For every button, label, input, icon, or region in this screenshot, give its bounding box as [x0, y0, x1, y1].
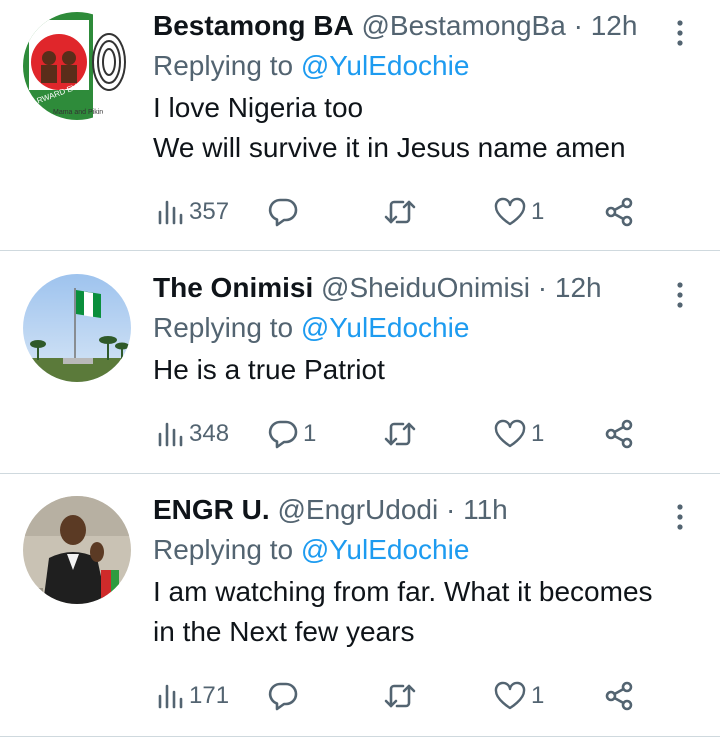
- svg-text:Mama and Pikin: Mama and Pikin: [53, 109, 103, 116]
- replying-to: Replying to @YulEdochie: [153, 532, 469, 568]
- share-icon: [605, 681, 633, 711]
- user-handle[interactable]: @SheiduOnimisi: [321, 272, 530, 303]
- tweet-text: I love Nigeria too We will survive it in…: [153, 88, 626, 168]
- tweet[interactable]: L P RWARD EVER Mama and Pikin Bestamong …: [0, 8, 720, 248]
- tweet-text-line: I am watching from far. What it becomes: [153, 576, 653, 607]
- separator: ·: [537, 272, 548, 303]
- separator: ·: [573, 10, 583, 41]
- tweet-header: The Onimisi @SheiduOnimisi · 12h: [153, 270, 602, 306]
- mention-link[interactable]: @YulEdochie: [301, 312, 470, 343]
- like-icon: [494, 419, 526, 448]
- like-count: 1: [531, 420, 545, 447]
- views-count: 171: [189, 682, 230, 709]
- divider: [0, 473, 720, 474]
- reply-count: 1: [303, 420, 317, 447]
- mention-link[interactable]: @YulEdochie: [301, 50, 470, 81]
- like-icon: [494, 197, 526, 226]
- views-button[interactable]: 171: [155, 678, 229, 714]
- replying-prefix: Replying to: [153, 534, 294, 565]
- reply-button[interactable]: 1: [267, 416, 316, 452]
- tweet-text-line: He is a true Patriot: [153, 354, 385, 385]
- retweet-button[interactable]: [383, 194, 421, 230]
- views-icon: [158, 200, 183, 225]
- divider: [0, 250, 720, 251]
- views-icon: [158, 684, 183, 709]
- replying-to: Replying to @YulEdochie: [153, 310, 469, 346]
- views-button[interactable]: 348: [155, 416, 229, 452]
- retweet-icon: [384, 200, 416, 224]
- retweet-button[interactable]: [383, 678, 421, 714]
- action-bar: 171 1: [155, 678, 655, 714]
- action-bar: 357 1: [155, 194, 655, 230]
- like-count: 1: [531, 682, 545, 709]
- tweet-text-line: I love Nigeria too: [153, 92, 364, 123]
- like-count: 1: [531, 198, 545, 225]
- tweet[interactable]: ENGR U. @EngrUdodi · 11h Replying to @Yu…: [0, 492, 720, 732]
- retweet-icon: [384, 422, 416, 446]
- display-name[interactable]: The Onimisi: [153, 272, 313, 303]
- display-name[interactable]: ENGR U.: [153, 494, 270, 525]
- views-button[interactable]: 357: [155, 194, 229, 230]
- avatar[interactable]: [23, 274, 131, 382]
- reply-icon: [268, 198, 298, 227]
- reply-feed: L P RWARD EVER Mama and Pikin Bestamong …: [0, 0, 720, 740]
- timestamp[interactable]: 12h: [555, 272, 602, 303]
- svg-text:L P: L P: [47, 19, 69, 35]
- mention-link[interactable]: @YulEdochie: [301, 534, 470, 565]
- timestamp[interactable]: 12h: [591, 10, 638, 41]
- tweet-text-line: We will survive it in Jesus name amen: [153, 132, 626, 163]
- views-icon: [158, 422, 183, 447]
- labour-party-logo: L P RWARD EVER Mama and Pikin: [23, 12, 131, 120]
- reply-button[interactable]: [267, 194, 303, 230]
- tweet-header: ENGR U. @EngrUdodi · 11h: [153, 492, 508, 528]
- timestamp[interactable]: 11h: [463, 494, 508, 525]
- tweet-text: I am watching from far. What it becomes …: [153, 572, 653, 652]
- reply-icon: [268, 420, 298, 449]
- tweet-header: Bestamong BA @BestamongBa · 12h: [153, 8, 637, 44]
- like-button[interactable]: 1: [493, 678, 544, 714]
- display-name[interactable]: Bestamong BA: [153, 10, 354, 41]
- like-icon: [494, 681, 526, 710]
- reply-icon: [268, 682, 298, 711]
- tweet[interactable]: The Onimisi @SheiduOnimisi · 12h Replyin…: [0, 270, 720, 470]
- replying-prefix: Replying to: [153, 312, 294, 343]
- more-icon[interactable]: [670, 18, 690, 48]
- tweet-text: He is a true Patriot: [153, 350, 385, 390]
- retweet-icon: [384, 684, 416, 708]
- share-icon: [605, 197, 633, 227]
- more-icon[interactable]: [670, 502, 690, 532]
- replying-prefix: Replying to: [153, 50, 294, 81]
- separator: ·: [445, 494, 456, 525]
- tweet-text-line: in the Next few years: [153, 616, 415, 647]
- divider: [0, 736, 720, 737]
- like-button[interactable]: 1: [493, 416, 544, 452]
- more-icon[interactable]: [670, 280, 690, 310]
- user-handle[interactable]: @EngrUdodi: [277, 494, 438, 525]
- like-button[interactable]: 1: [493, 194, 544, 230]
- reply-button[interactable]: [267, 678, 303, 714]
- user-handle[interactable]: @BestamongBa: [361, 10, 565, 41]
- retweet-button[interactable]: [383, 416, 421, 452]
- share-icon: [605, 419, 633, 449]
- avatar[interactable]: L P RWARD EVER Mama and Pikin: [23, 12, 131, 120]
- action-bar: 348 1 1: [155, 416, 655, 452]
- share-button[interactable]: [603, 678, 635, 714]
- replying-to: Replying to @YulEdochie: [153, 48, 469, 84]
- flag-avatar-image: [23, 274, 131, 382]
- avatar[interactable]: [23, 496, 131, 604]
- share-button[interactable]: [603, 194, 635, 230]
- share-button[interactable]: [603, 416, 635, 452]
- views-count: 348: [189, 420, 230, 447]
- views-count: 357: [189, 198, 230, 225]
- person-avatar-image: [23, 496, 131, 604]
